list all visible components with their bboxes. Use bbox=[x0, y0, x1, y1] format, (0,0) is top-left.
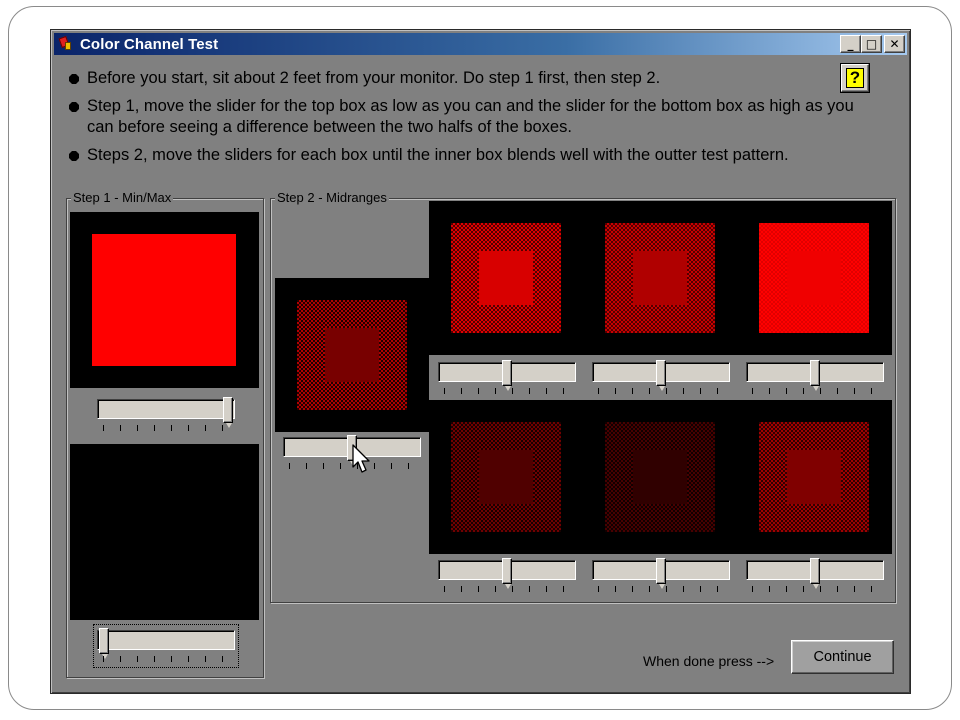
slider-thumb[interactable] bbox=[223, 397, 233, 428]
step2-slider-6[interactable] bbox=[592, 558, 730, 594]
slider-thumb[interactable] bbox=[502, 558, 512, 589]
slider-thumb[interactable] bbox=[656, 558, 666, 589]
minimize-icon: _ bbox=[847, 37, 854, 51]
slider-ticks bbox=[598, 586, 724, 592]
question-mark-icon: ? bbox=[846, 68, 864, 88]
slider-ticks bbox=[598, 388, 724, 394]
step2-test-box-1 bbox=[275, 278, 429, 432]
title-bar[interactable]: Color Channel Test _ □ ✕ bbox=[54, 33, 907, 55]
step1-bottom-slider[interactable] bbox=[93, 624, 239, 668]
step1-top-test-box bbox=[70, 212, 259, 388]
slider-ticks bbox=[103, 656, 229, 662]
mouse-cursor-icon bbox=[352, 444, 370, 473]
minimize-button[interactable]: _ bbox=[840, 35, 861, 53]
slider-thumb[interactable] bbox=[810, 360, 820, 391]
step1-bottom-test-box bbox=[70, 444, 259, 620]
slider-ticks bbox=[444, 586, 570, 592]
slider-ticks bbox=[103, 425, 229, 431]
step2-slider-5[interactable] bbox=[438, 558, 576, 594]
slider-thumb[interactable] bbox=[810, 558, 820, 589]
instruction-item: Before you start, sit about 2 feet from … bbox=[67, 68, 857, 89]
step2-slider-2[interactable] bbox=[438, 360, 576, 396]
app-icon bbox=[58, 35, 74, 52]
step2-top-row bbox=[429, 201, 892, 355]
slider-thumb[interactable] bbox=[656, 360, 666, 391]
bullet-icon bbox=[69, 102, 79, 112]
instruction-text: Step 1, move the slider for the top box … bbox=[87, 97, 854, 136]
step2-slider-3[interactable] bbox=[592, 360, 730, 396]
window-title: Color Channel Test bbox=[80, 35, 219, 53]
help-button[interactable]: ? bbox=[841, 64, 869, 92]
maximize-button[interactable]: □ bbox=[861, 35, 882, 53]
step1-top-swatch bbox=[92, 234, 236, 366]
instruction-text: Steps 2, move the sliders for each box u… bbox=[87, 146, 789, 164]
step2-slider-4[interactable] bbox=[746, 360, 884, 396]
slider-thumb[interactable] bbox=[502, 360, 512, 391]
slider-ticks bbox=[444, 388, 570, 394]
step2-label: Step 2 - Midranges bbox=[275, 190, 389, 206]
step2-bottom-row bbox=[429, 400, 892, 554]
color-channel-test-window: Color Channel Test _ □ ✕ Before you star… bbox=[50, 29, 911, 694]
instructions: Before you start, sit about 2 feet from … bbox=[67, 68, 857, 173]
close-icon: ✕ bbox=[889, 37, 900, 51]
instruction-item: Step 1, move the slider for the top box … bbox=[67, 96, 857, 138]
done-label: When done press --> bbox=[643, 653, 775, 669]
slider-thumb[interactable] bbox=[99, 628, 109, 659]
bullet-icon bbox=[69, 151, 79, 161]
instruction-text: Before you start, sit about 2 feet from … bbox=[87, 69, 661, 87]
close-button[interactable]: ✕ bbox=[884, 35, 905, 53]
continue-button[interactable]: Continue bbox=[791, 640, 894, 674]
step1-label: Step 1 - Min/Max bbox=[71, 190, 174, 206]
instruction-item: Steps 2, move the sliders for each box u… bbox=[67, 145, 857, 166]
slider-ticks bbox=[752, 586, 878, 592]
bullet-icon bbox=[69, 74, 79, 84]
step1-top-slider[interactable] bbox=[97, 397, 235, 433]
maximize-icon: □ bbox=[865, 37, 878, 51]
step2-slider-7[interactable] bbox=[746, 558, 884, 594]
slider-ticks bbox=[752, 388, 878, 394]
